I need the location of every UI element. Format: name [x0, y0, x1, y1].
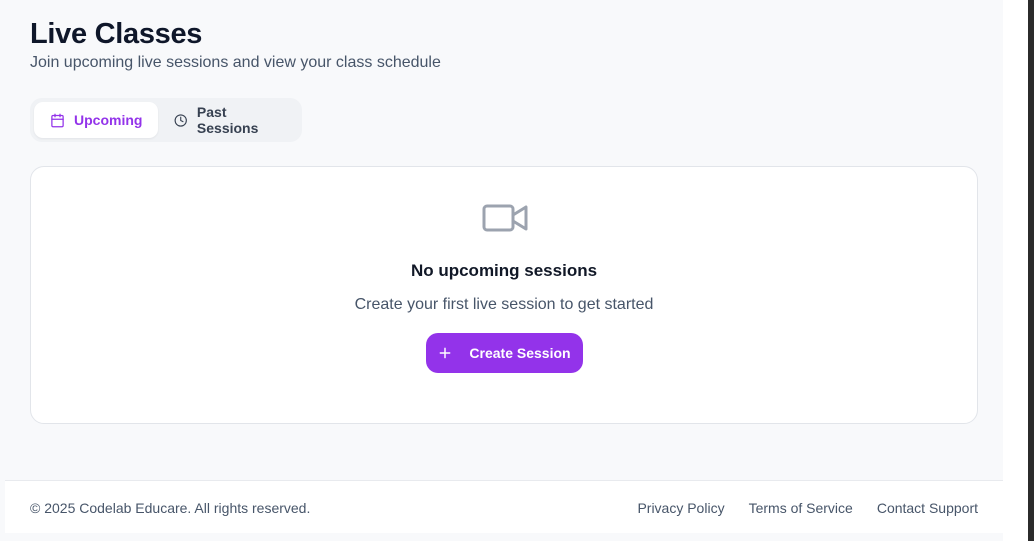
tab-past-sessions[interactable]: Past Sessions [158, 102, 298, 138]
empty-state-description: Create your first live session to get st… [354, 296, 654, 313]
empty-state-card: No upcoming sessions Create your first l… [30, 166, 978, 424]
scrollbar-thumb[interactable] [1028, 0, 1034, 541]
plus-icon [440, 347, 451, 359]
clock-icon [175, 113, 188, 127]
calendar-icon [51, 113, 64, 127]
privacy-policy-link[interactable]: Privacy Policy [637, 500, 724, 516]
empty-state-title: No upcoming sessions [410, 261, 598, 280]
footer-links: Privacy Policy Terms of Service Contact … [637, 500, 978, 516]
tab-upcoming-label: Upcoming [74, 112, 143, 128]
session-tabs: Upcoming Past Sessions [30, 98, 302, 142]
tab-past-sessions-label: Past Sessions [196, 104, 259, 136]
page-subtitle: Join upcoming live sessions and view you… [30, 54, 441, 71]
create-session-button[interactable]: Create Session [426, 333, 583, 373]
page-footer: © 2025 Codelab Educare. All rights reser… [5, 480, 1003, 533]
video-camera-icon [482, 204, 528, 232]
copyright-text: © 2025 Codelab Educare. All rights reser… [30, 500, 311, 516]
terms-of-service-link[interactable]: Terms of Service [749, 500, 853, 516]
page-title: Live Classes [30, 18, 203, 50]
create-session-label: Create Session [469, 345, 571, 361]
contact-support-link[interactable]: Contact Support [877, 500, 978, 516]
main-page: Live Classes Join upcoming live sessions… [0, 0, 1003, 541]
page-header: Live Classes Join upcoming live sessions… [30, 16, 441, 74]
tab-upcoming[interactable]: Upcoming [34, 102, 159, 138]
vertical-scrollbar[interactable] [1003, 0, 1034, 541]
